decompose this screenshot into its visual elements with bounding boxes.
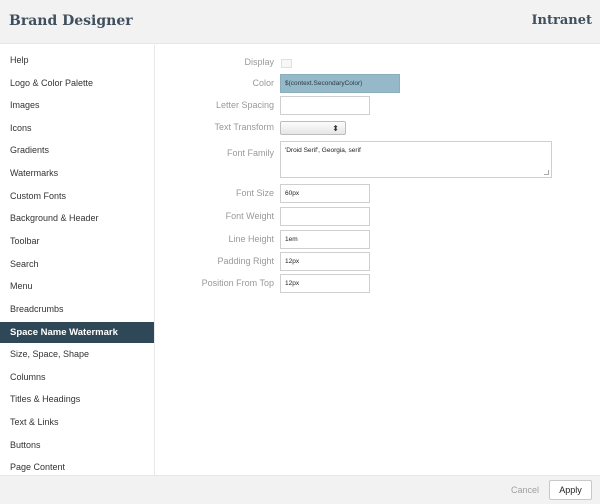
dialog-footer: Cancel Apply	[0, 475, 600, 504]
font-family-label: Font Family	[226, 148, 274, 158]
sidebar-item-watermarks[interactable]: Watermarks	[0, 163, 154, 183]
line-height-label: Line Height	[228, 234, 274, 244]
padding-right-label: Padding Right	[217, 256, 274, 266]
letter-spacing-label: Letter Spacing	[215, 100, 274, 110]
text-transform-select[interactable]: ⬍	[280, 121, 346, 135]
letter-spacing-input[interactable]	[280, 96, 370, 115]
sidebar-item-buttons[interactable]: Buttons	[0, 435, 154, 455]
display-checkbox[interactable]	[281, 59, 292, 68]
sidebar-item-page-content[interactable]: Page Content	[0, 457, 154, 477]
sidebar: Help Logo & Color Palette Images Icons G…	[0, 45, 155, 475]
color-label: Color	[252, 78, 274, 88]
font-size-label: Font Size	[235, 188, 274, 198]
sidebar-item-help[interactable]: Help	[0, 50, 154, 70]
sidebar-item-toolbar[interactable]: Toolbar	[0, 231, 154, 251]
text-transform-label: Text Transform	[214, 122, 274, 132]
sidebar-item-titles-headings[interactable]: Titles & Headings	[0, 389, 154, 409]
app-header: Brand Designer Intranet	[0, 0, 600, 44]
resize-grip-icon[interactable]	[544, 170, 549, 175]
font-weight-label: Font Weight	[225, 211, 274, 221]
font-weight-input[interactable]	[280, 207, 370, 226]
position-from-top-label: Position From Top	[201, 278, 274, 288]
intranet-brand[interactable]: Intranet	[531, 13, 592, 28]
sidebar-item-columns[interactable]: Columns	[0, 367, 154, 387]
app-title: Brand Designer	[9, 13, 133, 29]
settings-form: Display Color $(context.SecondaryColor) …	[156, 45, 600, 475]
color-field[interactable]: $(context.SecondaryColor)	[280, 74, 400, 93]
sidebar-item-icons[interactable]: Icons	[0, 118, 154, 138]
sidebar-item-search[interactable]: Search	[0, 254, 154, 274]
position-from-top-input[interactable]: 12px	[280, 274, 370, 293]
line-height-input[interactable]: 1em	[280, 230, 370, 249]
sidebar-item-space-name-watermark[interactable]: Space Name Watermark	[0, 322, 154, 343]
padding-right-input[interactable]: 12px	[280, 252, 370, 271]
sidebar-item-gradients[interactable]: Gradients	[0, 140, 154, 160]
sidebar-item-images[interactable]: Images	[0, 95, 154, 115]
sidebar-item-menu[interactable]: Menu	[0, 276, 154, 296]
sidebar-item-text-links[interactable]: Text & Links	[0, 412, 154, 432]
sidebar-item-size-space-shape[interactable]: Size, Space, Shape	[0, 344, 154, 364]
select-arrows-icon: ⬍	[332, 124, 339, 133]
cancel-link[interactable]: Cancel	[511, 485, 539, 495]
font-family-value: 'Droid Serif', Georgia, serif	[285, 147, 361, 154]
apply-button[interactable]: Apply	[549, 480, 592, 500]
display-label: Display	[244, 57, 274, 67]
sidebar-item-custom-fonts[interactable]: Custom Fonts	[0, 186, 154, 206]
font-family-textarea[interactable]: 'Droid Serif', Georgia, serif	[280, 141, 552, 178]
font-size-input[interactable]: 60px	[280, 184, 370, 203]
sidebar-item-logo-color-palette[interactable]: Logo & Color Palette	[0, 73, 154, 93]
sidebar-item-breadcrumbs[interactable]: Breadcrumbs	[0, 299, 154, 319]
sidebar-item-background-header[interactable]: Background & Header	[0, 208, 154, 228]
